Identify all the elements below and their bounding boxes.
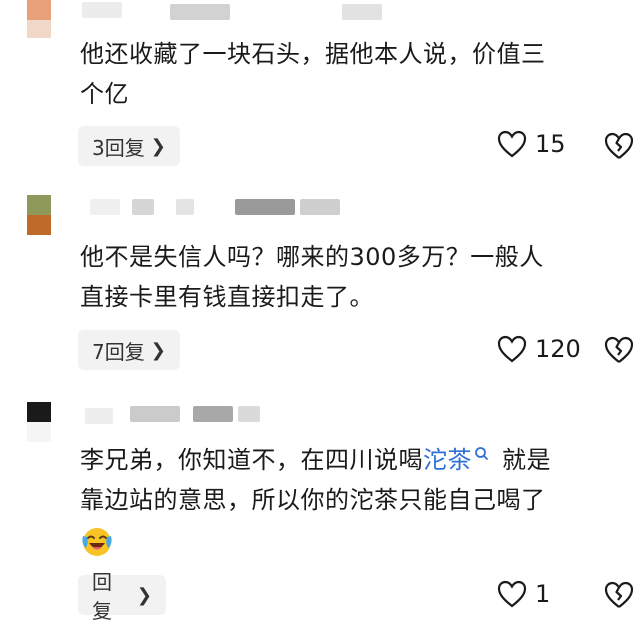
username-blurred (235, 199, 295, 215)
broken-heart-icon[interactable] (603, 580, 635, 610)
comment-item: 他不是失信人吗？哪来的300多万？一般人 直接卡里有钱直接扣走了。 7回复 ❯ … (0, 195, 640, 405)
username-blurred (130, 406, 180, 422)
comment-text: 他还收藏了一块石头，据他本人说，价值三 个亿 (80, 34, 628, 114)
comment-emoji-line (80, 520, 628, 564)
comment-text-line: 直接卡里有钱直接扣走了。 (80, 283, 374, 311)
search-link[interactable]: 沱茶 (423, 446, 490, 474)
reply-button[interactable]: 回复 ❯ (78, 570, 166, 623)
avatar[interactable] (27, 0, 51, 38)
laughing-crying-emoji-icon (82, 528, 112, 556)
chevron-right-icon: ❯ (136, 584, 152, 606)
comment-text-line: 他还收藏了一块石头，据他本人说，价值三 (80, 40, 546, 68)
avatar[interactable] (27, 195, 51, 235)
comment-item: 李兄弟，你知道不，在四川说喝沱茶 就是 靠边站的意思，所以你的沱茶只能自己喝了 回… (0, 400, 640, 623)
like-button[interactable]: 120 (497, 335, 581, 363)
comment-text: 他不是失信人吗？哪来的300多万？一般人 直接卡里有钱直接扣走了。 (80, 237, 628, 317)
reply-label: 7回复 (92, 339, 145, 364)
username-blurred (132, 199, 154, 215)
comment-item: 他还收藏了一块石头，据他本人说，价值三 个亿 3回复 ❯ 15 (0, 0, 640, 200)
comment-text-line: 个亿 (80, 80, 129, 108)
like-count: 120 (535, 335, 581, 363)
username-blurred (238, 406, 260, 422)
reply-button[interactable]: 7回复 ❯ (78, 330, 180, 370)
username-blurred (170, 4, 230, 20)
like-count: 15 (535, 130, 566, 158)
username-blurred[interactable] (90, 199, 120, 215)
comment-text-line: 他不是失信人吗？哪来的300多万？一般人 (80, 243, 544, 271)
comment-text: 李兄弟，你知道不，在四川说喝沱茶 就是 靠边站的意思，所以你的沱茶只能自己喝了 (80, 440, 628, 564)
comment-text-line: 李兄弟，你知道不，在四川说喝沱茶 就是 (80, 440, 628, 480)
like-button[interactable]: 15 (497, 130, 566, 158)
username-blurred (300, 199, 340, 215)
username-blurred[interactable] (82, 2, 122, 18)
like-button[interactable]: 1 (497, 580, 550, 608)
search-icon (475, 447, 488, 460)
reply-label: 回复 (92, 570, 112, 623)
chevron-right-icon: ❯ (150, 135, 166, 157)
heart-outline-icon (497, 335, 527, 363)
reply-label: 3回复 (92, 135, 145, 160)
username-blurred (176, 199, 194, 215)
broken-heart-icon[interactable] (603, 131, 635, 161)
like-count: 1 (535, 580, 551, 608)
username-blurred (193, 406, 233, 422)
comment-text-segment: 就是 (502, 446, 551, 474)
chevron-right-icon: ❯ (150, 339, 166, 361)
comment-text-line: 靠边站的意思，所以你的沱茶只能自己喝了 (80, 486, 546, 514)
comment-text-segment: 李兄弟，你知道不，在四川说喝 (80, 446, 423, 474)
reply-button[interactable]: 3回复 ❯ (78, 126, 180, 166)
heart-outline-icon (497, 130, 527, 158)
search-link-label: 沱茶 (423, 446, 472, 474)
avatar[interactable] (27, 402, 51, 442)
username-blurred (342, 4, 382, 20)
username-blurred[interactable] (85, 408, 113, 424)
heart-outline-icon (497, 580, 527, 608)
broken-heart-icon[interactable] (603, 335, 635, 365)
